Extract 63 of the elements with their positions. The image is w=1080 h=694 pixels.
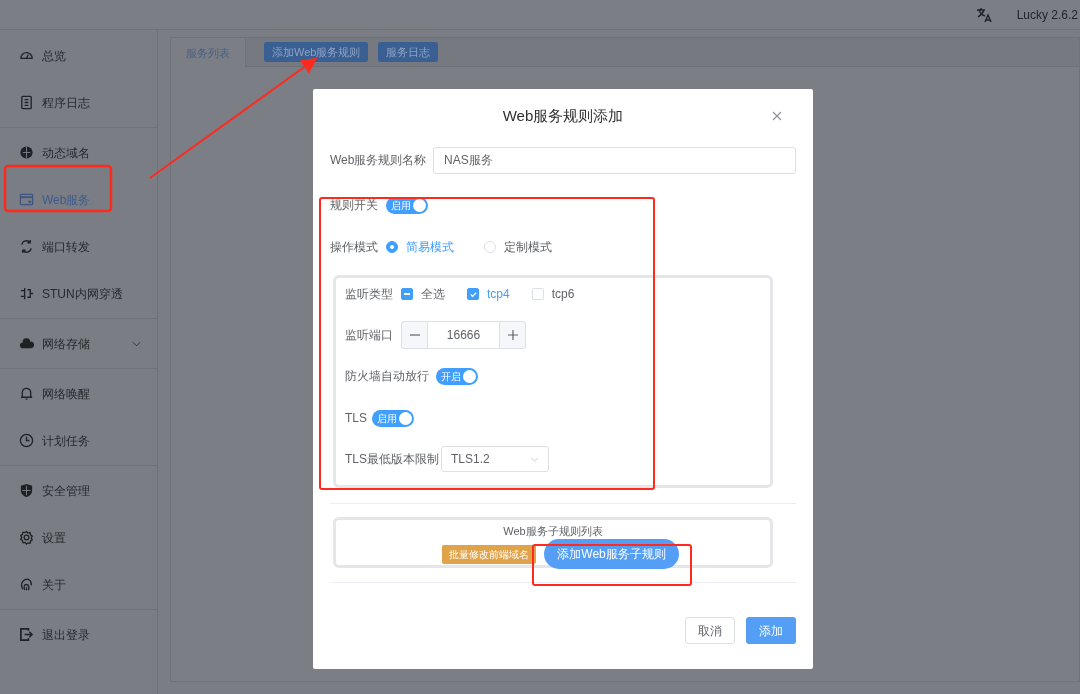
field-label: 防火墙自动放行 [345,368,430,385]
toolbar-button[interactable]: 服务日志 [378,42,439,62]
field-label: 操作模式 [330,239,379,256]
sidebar-item[interactable]: 端口转发 [0,223,157,270]
checkmark-icon [468,289,478,299]
clock-icon [19,433,34,448]
sidebar-item[interactable]: 安全管理 [0,467,157,514]
name-field[interactable]: NAS服务 [433,146,796,174]
section-title: Web服务子规则列表 [503,524,603,538]
sidebar-item[interactable]: 设置 [0,514,157,561]
cloud-icon [19,336,34,351]
select-field[interactable]: TLS1.2 [441,446,549,472]
minus-button[interactable] [401,321,428,349]
field-label: 规则开关 [330,197,379,214]
action-button[interactable]: 添加Web服务子规则 [544,539,679,569]
browser-window-icon [19,192,34,207]
sidebar-item[interactable]: 动态域名 [0,129,157,176]
globe-icon [19,145,34,160]
close-icon[interactable] [772,111,782,121]
app-version: Lucky 2.6.2 [1016,6,1078,24]
chevron-down-icon [530,456,539,462]
sidebar-item[interactable]: 退出登录 [0,611,157,658]
checkbox-option[interactable]: tcp6 [531,285,575,303]
checkbox[interactable] [467,288,479,300]
sidebar-item[interactable]: STUN内网穿透 [0,270,157,317]
dialog-button[interactable]: 取消 [685,617,735,644]
fingerprint-icon [19,577,34,592]
field-label: 监听端口 [345,327,394,344]
toolbar-button[interactable]: 添加Web服务规则 [264,42,369,62]
dash-icon [404,293,410,295]
shield-icon [19,483,34,498]
checkbox[interactable] [401,288,413,300]
radio-button[interactable] [386,241,398,253]
translate-icon[interactable] [975,6,992,23]
checkbox-option[interactable]: tcp4 [467,285,510,303]
document-icon [19,95,34,110]
action-button[interactable]: 批量修改前端域名 [442,544,537,564]
toggle-switch[interactable]: 开启 [436,367,478,385]
radio-option[interactable]: 定制模式 [484,238,552,256]
dialog-title: Web服务规则添加 [502,105,624,126]
sidebar-item[interactable]: 总览 [0,32,157,79]
sidebar-item[interactable]: 网络唤醒 [0,370,157,417]
toggle-switch[interactable]: 启用 [372,409,414,427]
field-label: Web服务规则名称 [330,152,428,169]
plus-button[interactable] [499,321,526,349]
sidebar-item[interactable]: 程序日志 [0,79,157,126]
sidebar-item[interactable]: 关于 [0,561,157,608]
bell-icon [19,386,34,401]
sync-icon [19,239,34,254]
port-icon [19,286,34,301]
dialog-button[interactable]: 添加 [746,617,796,644]
sidebar-item[interactable]: 计划任务 [0,417,157,464]
sidebar-item[interactable]: 网络存储 [0,320,157,367]
port-input[interactable]: 16666 [428,321,499,349]
gear-icon [19,530,34,545]
radio-option[interactable]: 简易模式 [386,238,454,256]
logout-icon [19,627,34,642]
field-label: 监听类型 [345,286,394,303]
field-label: TLS [345,410,368,427]
plus-icon [507,330,518,340]
checkbox-option[interactable]: 全选 [401,285,445,303]
field-label: TLS最低版本限制 [345,451,440,468]
chevron-down-icon [132,340,141,347]
